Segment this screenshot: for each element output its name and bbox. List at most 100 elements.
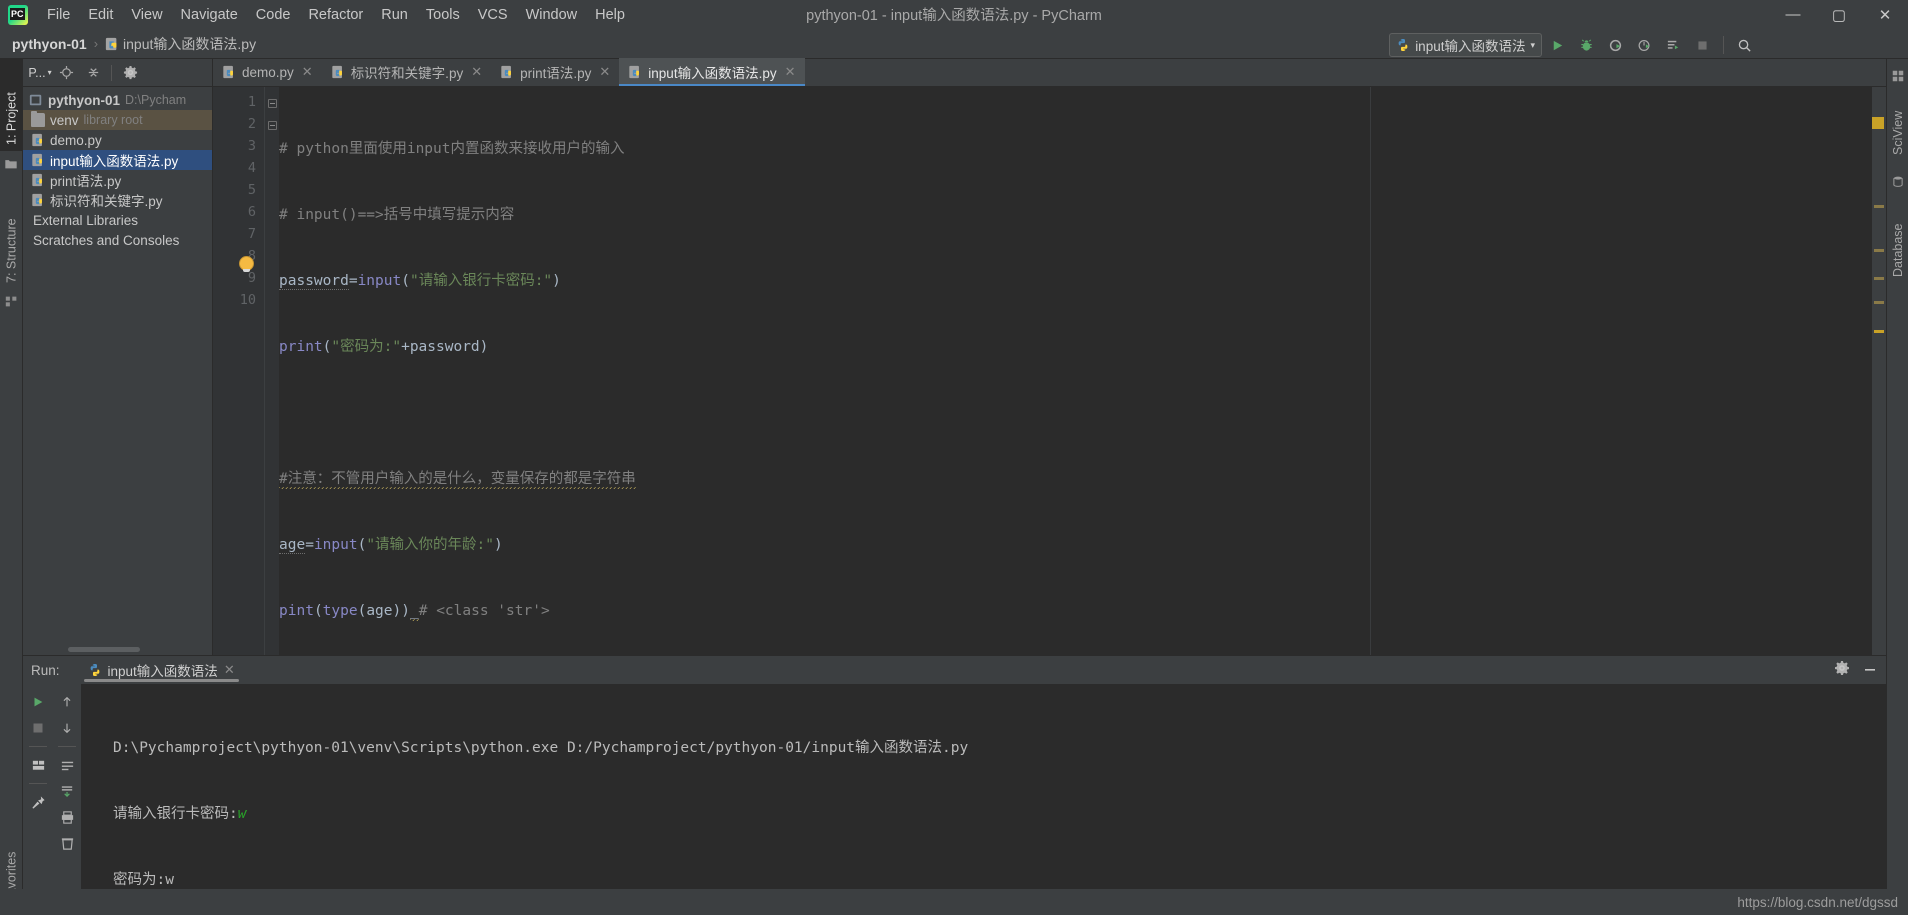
code-text[interactable]: # python里面使用input内置函数来接收用户的输入 # input()=…: [279, 87, 1886, 655]
clear-all-button[interactable]: [55, 831, 79, 855]
close-icon[interactable]: ✕: [785, 64, 796, 80]
close-icon[interactable]: ✕: [599, 64, 610, 80]
layout-button[interactable]: [26, 753, 50, 777]
tree-row[interactable]: 标识符和关键字.py: [23, 190, 212, 210]
editor-tab-print[interactable]: print语法.py ✕: [491, 58, 619, 86]
gear-icon[interactable]: [118, 61, 142, 85]
run-coverage-button[interactable]: [1602, 32, 1629, 58]
search-everywhere-icon[interactable]: [1731, 32, 1758, 58]
menu-item-view[interactable]: View: [122, 4, 171, 26]
collapse-all-button[interactable]: [81, 61, 105, 85]
tree-row[interactable]: input输入函数语法.py: [23, 150, 212, 170]
sidebar-tab-sciview[interactable]: SciView: [1887, 89, 1908, 161]
tree-file-label: input输入函数语法.py: [50, 154, 179, 169]
scroll-to-end-button[interactable]: [55, 779, 79, 803]
minimize-icon[interactable]: [1862, 660, 1878, 681]
rerun-button[interactable]: [26, 690, 50, 714]
sidebar-tab-project[interactable]: 1: Project: [0, 59, 23, 151]
editor-tab-identifiers[interactable]: 标识符和关键字.py ✕: [322, 58, 491, 86]
menu-item-tools[interactable]: Tools: [417, 4, 469, 26]
maximize-button[interactable]: ▢: [1816, 0, 1862, 29]
tree-row[interactable]: print语法.py: [23, 170, 212, 190]
code-line-2: # input()==>括号中填写提示内容: [279, 204, 1886, 226]
tree-row[interactable]: venv library root: [23, 110, 212, 130]
run-button[interactable]: [1544, 32, 1571, 58]
menu-item-refactor[interactable]: Refactor: [299, 4, 372, 26]
analysis-marker-gutter[interactable]: [1872, 87, 1886, 655]
menu-item-navigate[interactable]: Navigate: [172, 4, 247, 26]
editor-tab-input[interactable]: input输入函数语法.py ✕: [619, 58, 805, 86]
menu-item-window[interactable]: Window: [517, 4, 587, 26]
warning-marker[interactable]: [1874, 205, 1884, 208]
intention-bulb-icon[interactable]: [240, 257, 253, 272]
tree-row[interactable]: External Libraries: [23, 210, 212, 230]
menu-item-help[interactable]: Help: [586, 4, 634, 26]
line-number: 7: [247, 226, 256, 242]
sidebar-tab-sciview-label: SciView: [1891, 110, 1905, 155]
chevron-down-icon[interactable]: ▾: [1530, 40, 1535, 51]
run-with-console-button[interactable]: [1660, 32, 1687, 58]
fold-marker-icon[interactable]: [268, 121, 277, 130]
code-editor[interactable]: 1 2 3 4 5 6 7 8 9 10 # python里面使用input内置…: [213, 87, 1886, 655]
code-line-5-empty: [279, 402, 1886, 424]
breadcrumb-separator: ›: [93, 36, 99, 51]
fold-marker-icon[interactable]: [268, 99, 277, 108]
code-line-8-trail: _: [410, 603, 419, 621]
close-icon[interactable]: ✕: [471, 64, 482, 80]
sidebar-tab-database[interactable]: Database: [1887, 195, 1908, 283]
python-file-icon: [105, 37, 119, 51]
stop-button[interactable]: [26, 716, 50, 740]
right-margin-guide: [1370, 87, 1371, 655]
menu-item-file[interactable]: File: [38, 4, 79, 26]
run-configuration-selector[interactable]: input输入函数语法 ▾: [1389, 33, 1542, 57]
tree-row[interactable]: Scratches and Consoles: [23, 230, 212, 250]
tree-scratches-label: Scratches and Consoles: [33, 232, 180, 248]
project-panel-hscrollbar[interactable]: [68, 647, 140, 652]
debug-button[interactable]: [1573, 32, 1600, 58]
warning-marker[interactable]: [1874, 330, 1884, 333]
code-line-8-open: (: [313, 603, 323, 619]
menu-item-vcs[interactable]: VCS: [469, 4, 517, 26]
soft-wrap-button[interactable]: [55, 753, 79, 777]
scroll-down-button[interactable]: [55, 716, 79, 740]
warning-marker[interactable]: [1874, 249, 1884, 252]
code-line-4-var: password: [409, 339, 480, 355]
run-panel-console-actions: [53, 684, 81, 915]
code-line-8-var: age: [366, 603, 393, 619]
project-view-selector[interactable]: P... ▾: [27, 61, 51, 85]
breadcrumb-project[interactable]: pythyon-01: [12, 36, 87, 52]
python-file-icon: [222, 65, 236, 79]
tree-row[interactable]: demo.py: [23, 130, 212, 150]
inspection-status-badge[interactable]: [1872, 117, 1884, 129]
scroll-up-button[interactable]: [55, 690, 79, 714]
warning-marker[interactable]: [1874, 301, 1884, 304]
locate-file-button[interactable]: [54, 61, 78, 85]
menu-item-code[interactable]: Code: [247, 4, 300, 26]
menu-item-edit[interactable]: Edit: [79, 4, 122, 26]
stop-button[interactable]: [1689, 32, 1716, 58]
run-profiler-button[interactable]: [1631, 32, 1658, 58]
code-line-7: age=input("请输入你的年龄:"): [279, 534, 1886, 556]
run-console-output[interactable]: D:\Pychamproject\pythyon-01\venv\Scripts…: [81, 684, 1886, 915]
code-folding-strip[interactable]: [265, 87, 279, 655]
code-line-8-fn2: type: [322, 603, 358, 619]
line-number-gutter: 1 2 3 4 5 6 7 8 9 10: [213, 87, 265, 655]
print-button[interactable]: [55, 805, 79, 829]
minimize-button[interactable]: —: [1770, 0, 1816, 29]
close-icon[interactable]: ✕: [302, 64, 313, 80]
breadcrumb-file[interactable]: input输入函数语法.py: [105, 34, 256, 54]
close-button[interactable]: ✕: [1862, 0, 1908, 29]
tree-row[interactable]: pythyon-01 D:\Pycham: [23, 90, 212, 110]
menu-item-run[interactable]: Run: [372, 4, 417, 26]
close-icon[interactable]: ✕: [224, 662, 235, 678]
warning-marker[interactable]: [1874, 277, 1884, 280]
editor-tab-demo[interactable]: demo.py ✕: [213, 58, 322, 86]
run-tab[interactable]: input输入函数语法 ✕: [80, 656, 243, 684]
sidebar-tab-structure[interactable]: 7: Structure: [0, 181, 23, 289]
watermark-text: https://blog.csdn.net/dgssd: [1737, 895, 1898, 910]
gear-icon[interactable]: [1834, 660, 1850, 681]
code-line-7-close: ): [494, 537, 503, 553]
left-tool-strip: 1: Project 7: Structure Favorites: [0, 59, 23, 915]
tree-venv-label: venv: [50, 112, 79, 128]
pin-button[interactable]: [26, 790, 50, 814]
